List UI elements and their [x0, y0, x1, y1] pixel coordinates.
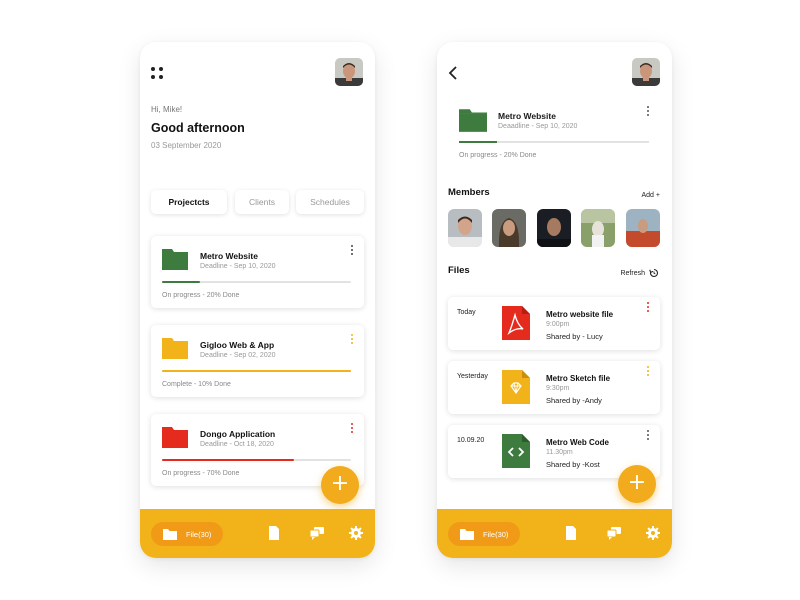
- project-status: On progress - 70% Done: [162, 470, 240, 477]
- sketch-icon: [502, 370, 530, 404]
- refresh-icon: [649, 268, 659, 278]
- member-avatar[interactable]: [537, 209, 571, 247]
- project-detail-screen: Metro Website Deaadline - Sep 10, 2020 O…: [437, 42, 672, 558]
- member-avatar[interactable]: [492, 209, 526, 247]
- pdf-icon: [502, 306, 530, 340]
- file-time: 9:00pm: [546, 321, 570, 328]
- members-heading: Members: [448, 187, 490, 198]
- add-member-button[interactable]: Add +: [642, 192, 661, 199]
- more-options-icon[interactable]: [351, 334, 354, 345]
- add-project-button[interactable]: +: [321, 466, 359, 504]
- file-row[interactable]: Yesterday Metro Sketch file 9:30pm Share…: [448, 361, 660, 414]
- add-file-button[interactable]: +: [618, 465, 656, 503]
- files-count-label: File(30): [483, 529, 509, 539]
- project-deadline: Deadline - Sep 02, 2020: [200, 352, 276, 359]
- document-icon[interactable]: [564, 526, 578, 540]
- project-title: Gigloo Web & App: [200, 340, 275, 350]
- progress-bar: [162, 370, 351, 372]
- file-shared-by: Shared by -Andy: [546, 396, 602, 405]
- tab-clients[interactable]: Clients: [235, 190, 289, 214]
- folder-icon: [162, 427, 188, 448]
- menu-dots-icon[interactable]: [151, 67, 164, 80]
- refresh-label: Refresh: [620, 269, 645, 277]
- back-arrow-icon[interactable]: [448, 66, 458, 80]
- profile-avatar[interactable]: [335, 58, 363, 86]
- progress-bar: [162, 281, 351, 283]
- chat-icon[interactable]: [310, 526, 324, 540]
- tab-schedules[interactable]: Schedules: [296, 190, 364, 214]
- project-title: Metro Website: [200, 251, 258, 261]
- code-icon: [502, 434, 530, 468]
- current-date: 03 September 2020: [151, 141, 222, 150]
- file-time: 11.30pm: [546, 449, 573, 456]
- file-date: 10.09.20: [457, 437, 485, 444]
- more-options-icon[interactable]: [647, 302, 650, 313]
- project-card[interactable]: Metro Website Deadline - Sep 10, 2020 On…: [151, 236, 364, 308]
- member-avatar[interactable]: [581, 209, 615, 247]
- projects-screen: Hi, Mike! Good afternoon 03 September 20…: [140, 42, 375, 558]
- file-name: Metro Sketch file: [546, 374, 611, 383]
- more-options-icon[interactable]: [647, 430, 650, 441]
- bottom-nav-bar: File(30): [140, 509, 375, 558]
- member-avatar[interactable]: [626, 209, 660, 247]
- file-date: Today: [457, 309, 476, 316]
- files-heading: Files: [448, 265, 470, 276]
- folder-icon: [163, 528, 177, 540]
- more-options-icon[interactable]: [351, 245, 354, 256]
- project-summary: Metro Website Deaadline - Sep 10, 2020 O…: [437, 100, 672, 170]
- greeting-title: Good afternoon: [151, 121, 245, 135]
- document-icon[interactable]: [267, 526, 281, 540]
- project-title: Dongo Application: [200, 429, 276, 439]
- bottom-nav-bar: File(30): [437, 509, 672, 558]
- greeting-subtitle: Hi, Mike!: [151, 105, 183, 114]
- tab-projects[interactable]: Projectcts: [151, 190, 227, 214]
- gear-icon[interactable]: [349, 526, 363, 540]
- profile-avatar[interactable]: [632, 58, 660, 86]
- project-title: Metro Website: [498, 111, 556, 121]
- project-deadline: Deadline - Sep 10, 2020: [200, 263, 276, 270]
- folder-icon: [460, 528, 474, 540]
- file-name: Metro website file: [546, 310, 614, 319]
- more-options-icon[interactable]: [647, 106, 650, 117]
- gear-icon[interactable]: [646, 526, 660, 540]
- file-shared-by: Shared by -Kost: [546, 460, 600, 469]
- file-time: 9:30pm: [546, 385, 570, 392]
- project-card[interactable]: Gigloo Web & App Deadline - Sep 02, 2020…: [151, 325, 364, 397]
- progress-bar: [459, 141, 649, 143]
- files-nav-button[interactable]: File(30): [448, 522, 520, 546]
- folder-icon: [162, 249, 188, 270]
- folder-icon: [459, 109, 487, 132]
- project-status: On progress - 20% Done: [459, 152, 537, 159]
- tab-bar: Projectcts Clients Schedules: [151, 190, 364, 214]
- refresh-button[interactable]: Refresh: [620, 268, 659, 278]
- file-date: Yesterday: [457, 373, 488, 380]
- file-row[interactable]: Today Metro website file 9:00pm Shared b…: [448, 297, 660, 350]
- chat-icon[interactable]: [607, 526, 621, 540]
- more-options-icon[interactable]: [647, 366, 650, 377]
- file-shared-by: Shared by - Lucy: [546, 332, 603, 341]
- more-options-icon[interactable]: [351, 423, 354, 434]
- progress-bar: [162, 459, 351, 461]
- file-name: Metro Web Code: [546, 438, 609, 447]
- member-avatar[interactable]: [448, 209, 482, 247]
- files-count-label: File(30): [186, 529, 212, 539]
- folder-icon: [162, 338, 188, 359]
- project-deadline: Deaadline - Sep 10, 2020: [498, 123, 578, 130]
- project-status: On progress - 20% Done: [162, 292, 240, 299]
- project-status: Complete - 10% Done: [162, 381, 231, 388]
- project-deadline: Deadline - Oct 18, 2020: [200, 441, 274, 448]
- files-nav-button[interactable]: File(30): [151, 522, 223, 546]
